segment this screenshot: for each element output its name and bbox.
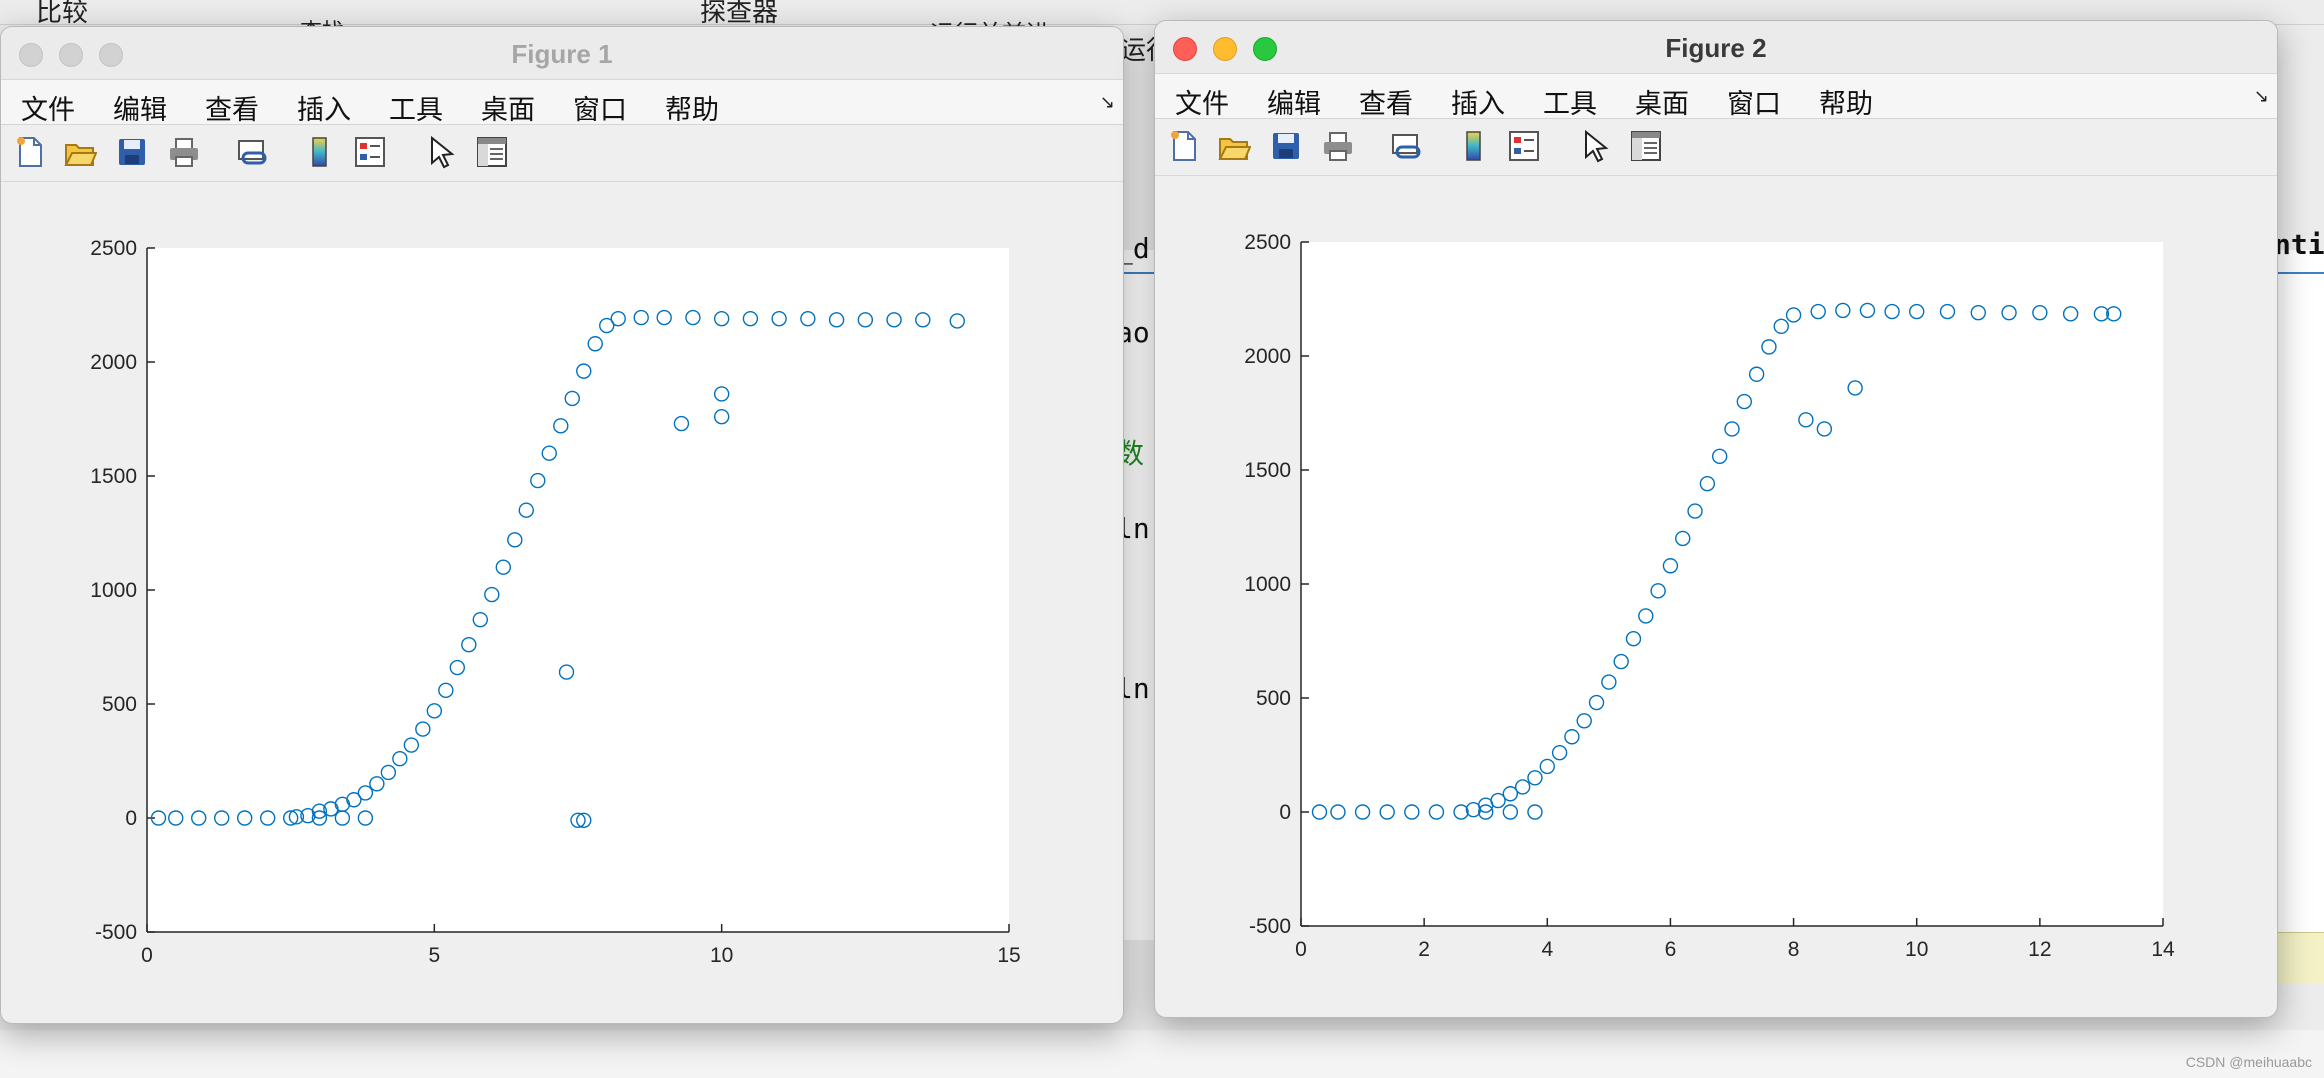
link-plot-icon[interactable]	[235, 135, 269, 169]
menu-desktop[interactable]: 桌面	[481, 88, 535, 127]
x-tick-label: 15	[997, 944, 1020, 967]
menu-edit[interactable]: 编辑	[113, 88, 167, 127]
colorbar-icon[interactable]	[303, 135, 337, 169]
y-tick-label: -500	[95, 921, 137, 944]
menu-view[interactable]: 查看	[205, 88, 259, 127]
figure-2-scatter-chart[interactable]: 0 2 4 6 8 10 12 14-50005001000150020002500	[1155, 176, 2275, 1006]
new-figure-icon[interactable]	[13, 135, 47, 169]
open-file-icon[interactable]	[63, 135, 97, 169]
menu-window[interactable]: 窗口	[573, 88, 627, 127]
figure-1-scatter-chart[interactable]: 0 5 10 15-50005001000150020002500	[1, 182, 1121, 1012]
print-icon[interactable]	[167, 135, 201, 169]
y-tick-label: 1000	[90, 579, 137, 602]
menu-edit[interactable]: 编辑	[1267, 82, 1321, 121]
menu-insert[interactable]: 插入	[1451, 82, 1505, 121]
y-tick-label: 0	[1279, 801, 1291, 824]
figure-1-titlebar[interactable]: Figure 1	[1, 27, 1123, 80]
x-tick-label: 10	[1905, 938, 1928, 961]
y-tick-label: 0	[125, 807, 137, 830]
save-icon[interactable]	[1269, 129, 1303, 163]
axes-background[interactable]	[1301, 242, 2163, 926]
message-bar	[2270, 932, 2324, 983]
watermark: CSDN @meihuaabc	[2185, 1054, 2312, 1070]
pointer-icon[interactable]	[1577, 129, 1611, 163]
legend-icon[interactable]	[1507, 129, 1541, 163]
menu-bar: 文件 编辑 查看 插入 工具 桌面 窗口 帮助 ↘	[1, 80, 1123, 127]
y-tick-label: 2500	[90, 237, 137, 260]
menu-desktop[interactable]: 桌面	[1635, 82, 1689, 121]
y-tick-label: 2500	[1244, 231, 1291, 254]
y-tick-label: -500	[1249, 915, 1291, 938]
figure-toolbar	[1155, 119, 2277, 176]
link-plot-icon[interactable]	[1389, 129, 1423, 163]
figure-toolbar	[1, 125, 1123, 182]
x-tick-label: 8	[1788, 938, 1800, 961]
menu-help[interactable]: 帮助	[665, 88, 719, 127]
open-file-icon[interactable]	[1217, 129, 1251, 163]
x-tick-label: 0	[141, 944, 153, 967]
y-tick-label: 1500	[1244, 459, 1291, 482]
menu-help[interactable]: 帮助	[1819, 82, 1873, 121]
menu-file[interactable]: 文件	[1175, 82, 1229, 121]
bg-profiler-label[interactable]: 探查器	[700, 0, 778, 29]
menu-view[interactable]: 查看	[1359, 82, 1413, 121]
x-tick-label: 5	[428, 944, 440, 967]
axes-background[interactable]	[147, 248, 1009, 932]
x-tick-label: 14	[2151, 938, 2175, 961]
figure-1-window[interactable]: Figure 1 文件 编辑 查看 插入 工具 桌面 窗口 帮助 ↘ 0 5 10 1…	[0, 26, 1124, 1024]
figure-2-window[interactable]: Figure 2 文件 编辑 查看 插入 工具 桌面 窗口 帮助 ↘ 0 2 4 6 8…	[1154, 20, 2278, 1018]
y-tick-label: 500	[102, 693, 137, 716]
x-tick-label: 10	[710, 944, 733, 967]
pointer-icon[interactable]	[423, 135, 457, 169]
dock-arrow-icon[interactable]: ↘	[2254, 86, 2269, 107]
y-tick-label: 2000	[90, 351, 137, 374]
x-tick-label: 0	[1295, 938, 1307, 961]
menu-file[interactable]: 文件	[21, 88, 75, 127]
editor-tab-untitled[interactable]: ntitl	[2274, 228, 2324, 261]
new-figure-icon[interactable]	[1167, 129, 1201, 163]
bg-compare-label[interactable]: 比较	[36, 0, 88, 29]
x-tick-label: 2	[1418, 938, 1430, 961]
window-title: Figure 2	[1665, 33, 1767, 63]
menu-window[interactable]: 窗口	[1727, 82, 1781, 121]
window-title: Figure 1	[511, 39, 613, 69]
y-tick-label: 1000	[1244, 573, 1291, 596]
print-icon[interactable]	[1321, 129, 1355, 163]
dock-arrow-icon[interactable]: ↘	[1100, 92, 1115, 113]
status-bar	[0, 1030, 2324, 1078]
x-tick-label: 6	[1665, 938, 1677, 961]
property-inspector-icon[interactable]	[475, 135, 509, 169]
legend-icon[interactable]	[353, 135, 387, 169]
save-icon[interactable]	[115, 135, 149, 169]
menu-insert[interactable]: 插入	[297, 88, 351, 127]
y-tick-label: 2000	[1244, 345, 1291, 368]
figure-2-titlebar[interactable]: Figure 2	[1155, 21, 2277, 74]
menu-tools[interactable]: 工具	[389, 88, 443, 127]
menu-bar: 文件 编辑 查看 插入 工具 桌面 窗口 帮助 ↘	[1155, 74, 2277, 121]
y-tick-label: 1500	[90, 465, 137, 488]
x-tick-label: 4	[1541, 938, 1553, 961]
x-tick-label: 12	[2028, 938, 2051, 961]
y-tick-label: 500	[1256, 687, 1291, 710]
colorbar-icon[interactable]	[1457, 129, 1491, 163]
property-inspector-icon[interactable]	[1629, 129, 1663, 163]
menu-tools[interactable]: 工具	[1543, 82, 1597, 121]
